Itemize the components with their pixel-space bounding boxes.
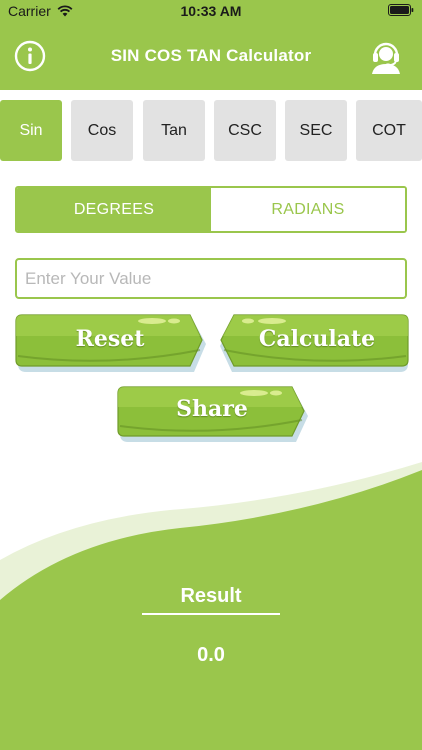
wave-background bbox=[0, 462, 422, 750]
result-label: Result bbox=[180, 585, 242, 607]
result-value: 0.0 bbox=[197, 644, 225, 666]
result-divider bbox=[142, 613, 280, 615]
